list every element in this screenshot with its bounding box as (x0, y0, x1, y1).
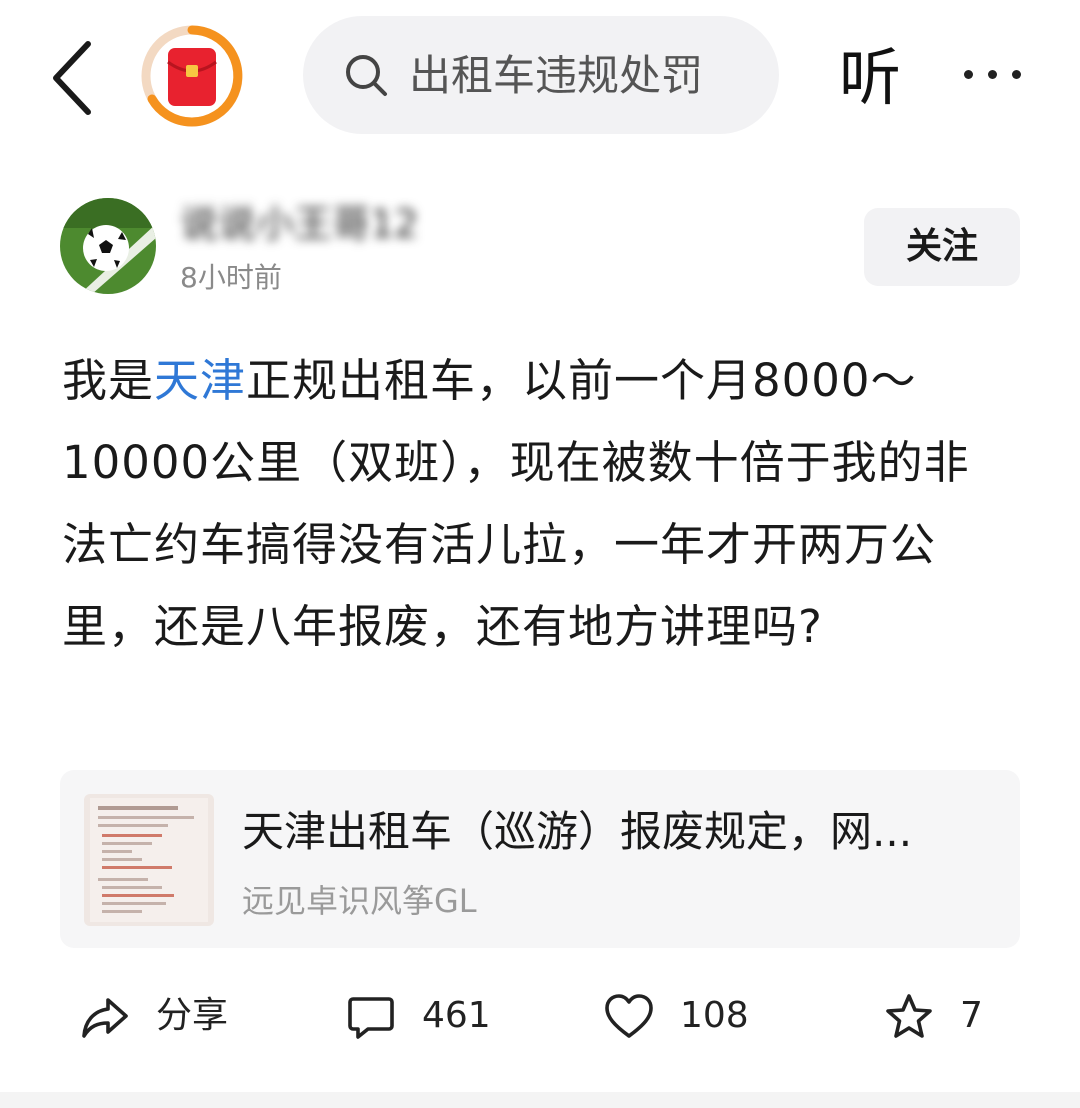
favorite-count: 7 (960, 995, 983, 1036)
post-timestamp: 8小时前 (180, 261, 282, 294)
post-detail-page: 出租车违规处罚 听 说说小王哥12 8小时前 关注 我是天津正规出租车，以前一个… (0, 0, 1080, 1108)
author-avatar[interactable] (60, 198, 156, 294)
author-name[interactable]: 说说小王哥12 (180, 196, 420, 252)
more-options-button[interactable] (958, 60, 1028, 90)
favorite-button[interactable]: 7 (884, 988, 994, 1044)
linked-article-card[interactable]: 天津出租车（巡游）报废规定，网... 远见卓识风筝GL (60, 770, 1020, 948)
like-count: 108 (680, 995, 749, 1036)
search-box[interactable]: 出租车违规处罚 (303, 16, 779, 134)
article-author: 远见卓识风筝GL (242, 882, 477, 920)
red-envelope-button[interactable] (138, 22, 246, 130)
article-title: 天津出租车（巡游）报废规定，网... (242, 807, 913, 856)
red-envelope-icon (141, 25, 243, 127)
comment-count: 461 (422, 995, 491, 1036)
document-thumbnail-icon (90, 798, 208, 922)
article-thumbnail (84, 794, 214, 926)
post-text-before: 我是 (62, 354, 155, 407)
topic-link[interactable]: 天津 (154, 354, 246, 407)
search-text: 出租车违规处罚 (409, 51, 704, 100)
share-button[interactable]: 分享 (80, 988, 240, 1044)
share-label: 分享 (156, 995, 229, 1036)
comment-icon (348, 997, 394, 1039)
back-button[interactable] (40, 38, 110, 118)
listen-button[interactable]: 听 (830, 38, 910, 118)
more-dot-icon (964, 70, 973, 79)
chevron-left-icon (53, 41, 91, 115)
star-icon (886, 994, 932, 1038)
post-text: 我是天津正规出租车，以前一个月8000～10000公里（双班），现在被数十倍于我… (62, 340, 992, 668)
like-button[interactable]: 108 (604, 988, 754, 1044)
share-icon (82, 998, 128, 1038)
search-icon (346, 55, 387, 96)
follow-button[interactable]: 关注 (864, 208, 1020, 286)
more-dot-icon (1012, 70, 1021, 79)
bottom-divider (0, 1092, 1080, 1108)
comment-button[interactable]: 461 (346, 988, 496, 1044)
heart-icon (605, 994, 653, 1038)
more-dot-icon (988, 70, 997, 79)
soccer-ball-icon (60, 198, 156, 294)
